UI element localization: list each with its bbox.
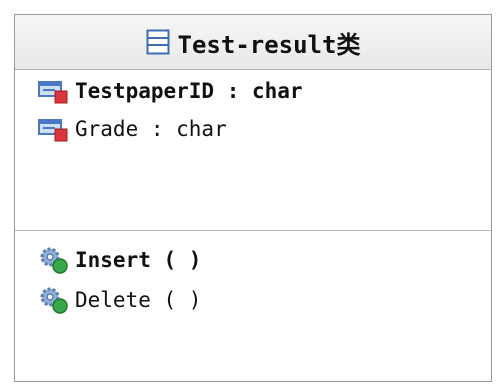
attributes-compartment: TestpaperID : char Grade : char <box>15 70 491 231</box>
operations-compartment: Insert ( ) Delete ( ) <box>15 231 491 381</box>
attribute-text: Grade : char <box>75 117 227 141</box>
operation-row[interactable]: Delete ( ) <box>37 283 201 317</box>
operation-text: Insert ( ) <box>75 248 202 272</box>
attribute-row[interactable]: Grade : char <box>37 112 227 146</box>
operation-icon <box>40 287 68 314</box>
class-icon <box>146 29 170 55</box>
class-name: Test-result类 <box>177 30 361 59</box>
attribute-row[interactable]: TestpaperID : char <box>37 74 303 108</box>
attribute-icon <box>38 119 68 142</box>
uml-class-box[interactable]: Test-result类 TestpaperID : char Grade : … <box>14 14 492 382</box>
attribute-text: TestpaperID : char <box>75 79 303 103</box>
class-header[interactable]: Test-result类 <box>15 15 491 70</box>
operation-icon <box>40 247 68 274</box>
attribute-icon <box>38 81 68 104</box>
operation-text: Delete ( ) <box>75 288 202 312</box>
operation-row[interactable]: Insert ( ) <box>37 243 201 277</box>
